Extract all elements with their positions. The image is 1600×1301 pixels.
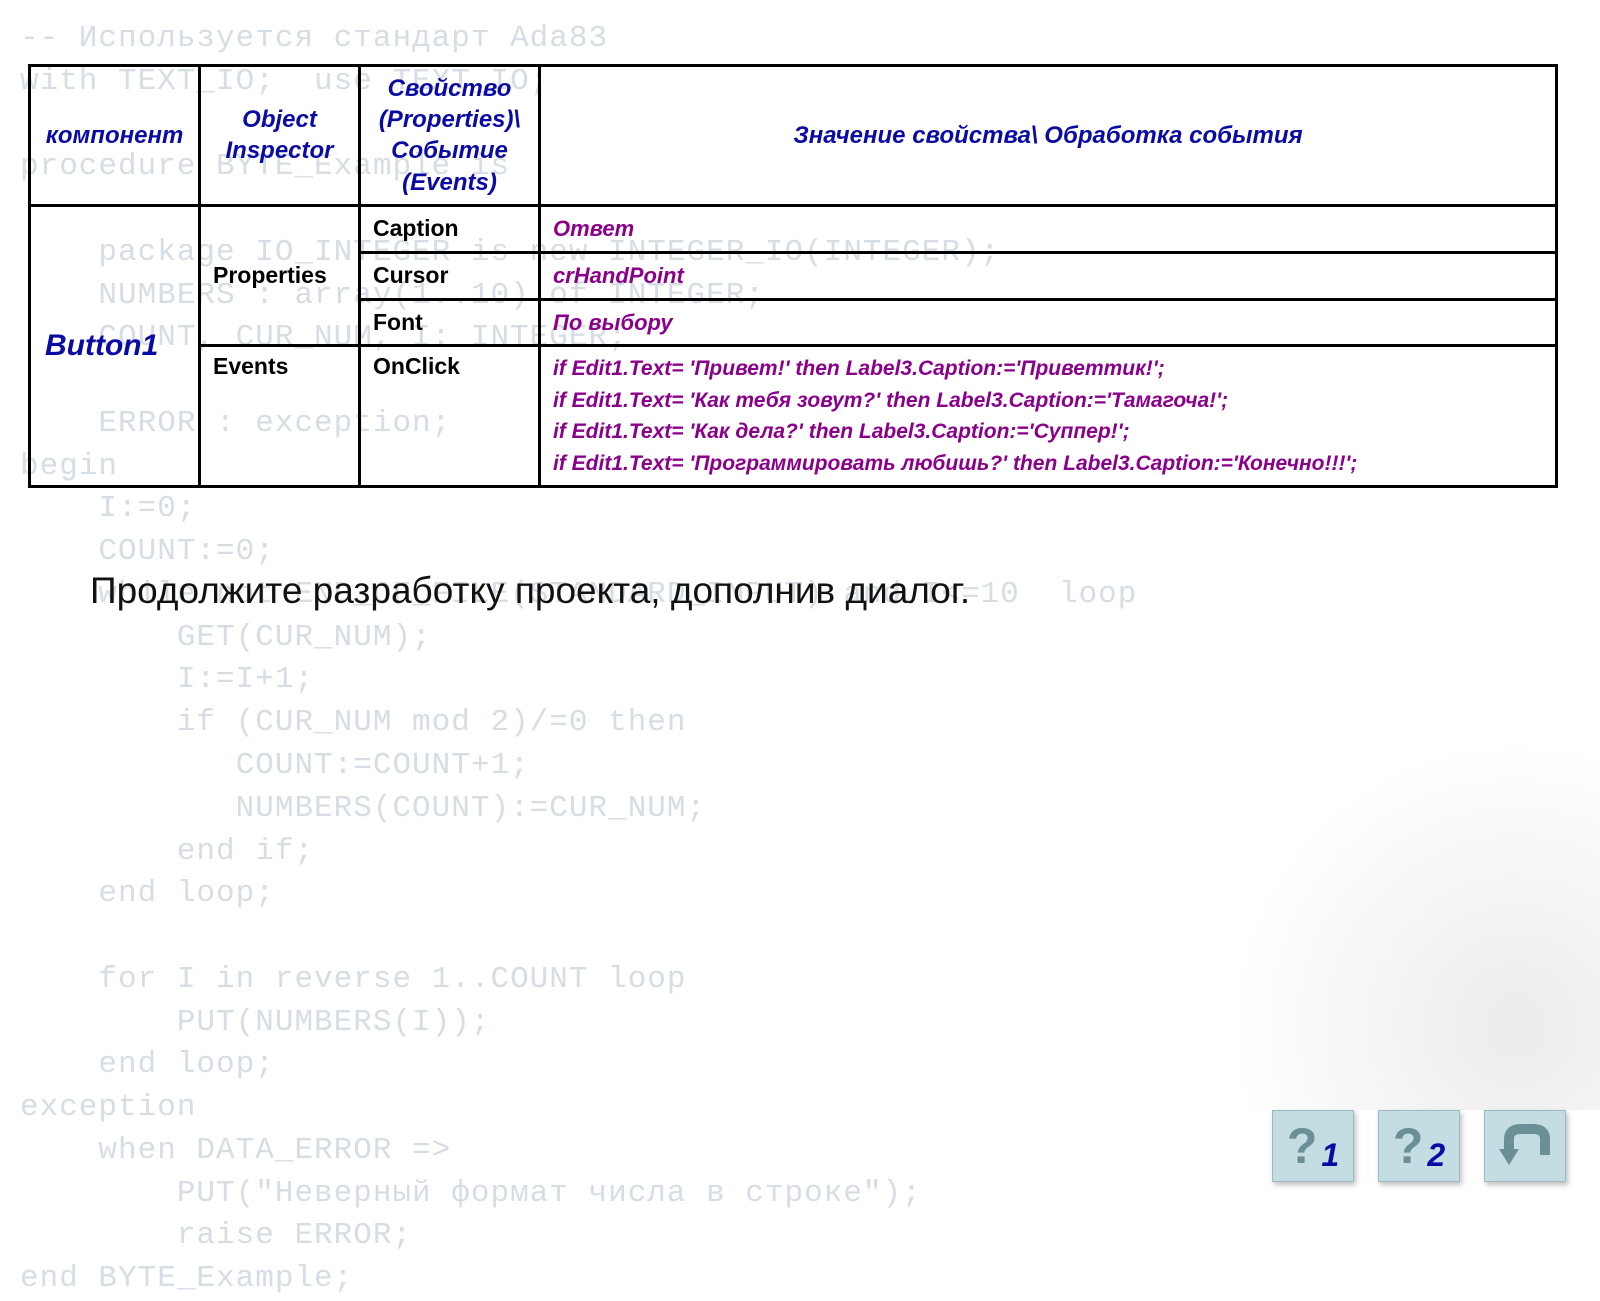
properties-table: компонент Object Inspector Свойство (Pro… xyxy=(28,64,1558,488)
question-icon: ? xyxy=(1287,1117,1318,1175)
code-line: if Edit1.Text= 'Привет!' then Label3.Cap… xyxy=(553,353,1543,385)
properties-table-wrap: компонент Object Inspector Свойство (Pro… xyxy=(28,64,1558,488)
table-row: Button1 Properties Caption Ответ xyxy=(30,205,1557,252)
event-onclick-code: if Edit1.Text= 'Привет!' then Label3.Cap… xyxy=(540,346,1557,487)
code-line: if Edit1.Text= 'Программировать любишь?'… xyxy=(553,448,1543,480)
code-line: if Edit1.Text= 'Как дела?' then Label3.C… xyxy=(553,416,1543,448)
header-value: Значение свойства\ Обработка события xyxy=(540,66,1557,206)
help-button-2[interactable]: ? 2 xyxy=(1378,1110,1460,1182)
help-number-1: 1 xyxy=(1321,1137,1339,1174)
event-onclick-name: OnClick xyxy=(360,346,540,487)
corner-shadow xyxy=(1180,690,1600,1110)
prop-font-name: Font xyxy=(360,299,540,346)
back-button[interactable] xyxy=(1484,1110,1566,1182)
header-component: компонент xyxy=(30,66,200,206)
help-button-1[interactable]: ? 1 xyxy=(1272,1110,1354,1182)
question-icon: ? xyxy=(1393,1117,1424,1175)
section-events: Events xyxy=(200,346,360,487)
header-inspector: Object Inspector xyxy=(200,66,360,206)
prop-caption-value: Ответ xyxy=(540,205,1557,252)
table-header-row: компонент Object Inspector Свойство (Pro… xyxy=(30,66,1557,206)
u-turn-icon xyxy=(1497,1121,1553,1171)
header-prop-event: Свойство (Properties)\ Событие (Events) xyxy=(360,66,540,206)
prop-cursor-name: Cursor xyxy=(360,252,540,299)
table-row: Events OnClick if Edit1.Text= 'Привет!' … xyxy=(30,346,1557,487)
prop-cursor-value: crHandPoint xyxy=(540,252,1557,299)
code-line: if Edit1.Text= 'Как тебя зовут?' then La… xyxy=(553,385,1543,417)
task-text: Продолжите разработку проекта, дополнив … xyxy=(90,570,970,612)
section-properties: Properties xyxy=(200,205,360,346)
prop-font-value: По выбору xyxy=(540,299,1557,346)
footer-nav: ? 1 ? 2 xyxy=(1272,1110,1566,1182)
help-number-2: 2 xyxy=(1427,1137,1445,1174)
prop-caption-name: Caption xyxy=(360,205,540,252)
component-cell: Button1 xyxy=(30,205,200,487)
